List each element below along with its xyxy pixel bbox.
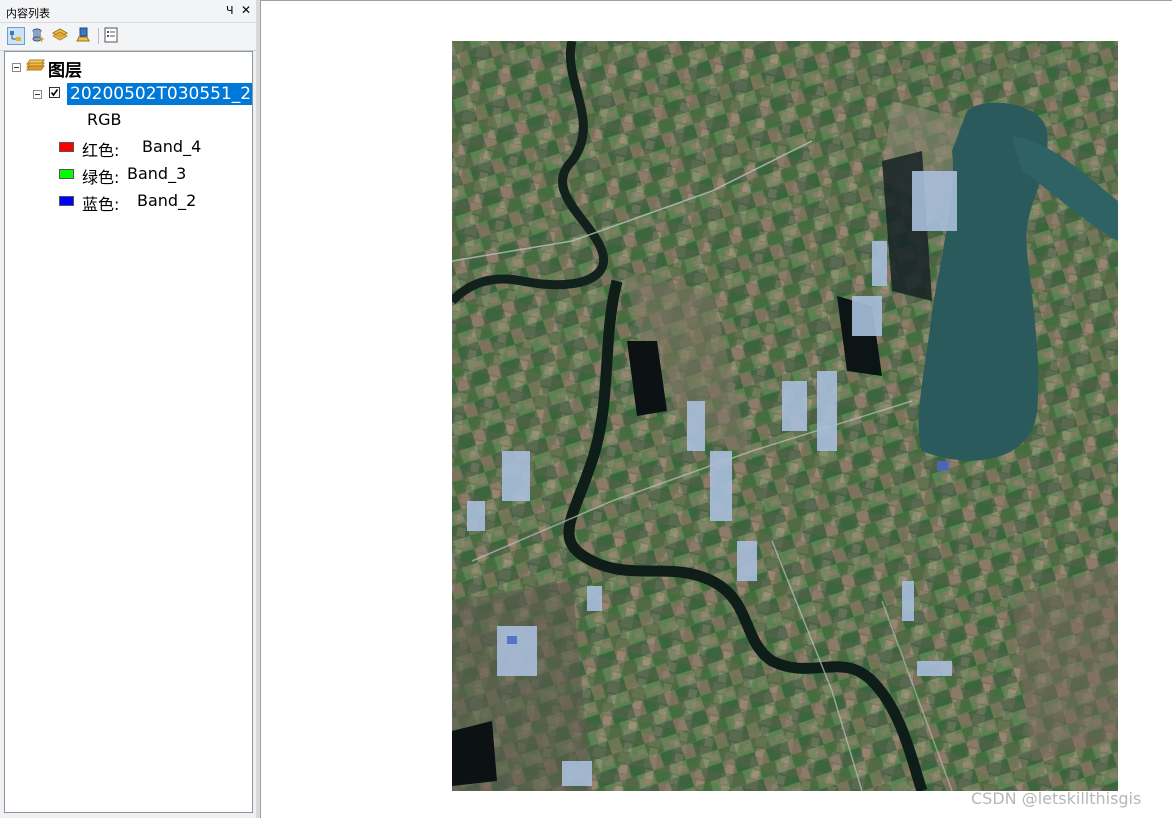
options-icon — [104, 27, 118, 43]
list-by-source-icon — [32, 28, 45, 43]
layer-name: 20200502T030551_20 — [70, 84, 252, 104]
list-by-selection-button[interactable] — [75, 27, 93, 45]
toc-title: 内容列表 — [6, 7, 50, 20]
red-channel-band: Band_4 — [142, 137, 202, 156]
layer-collapse-toggle[interactable] — [33, 90, 42, 99]
green-channel-band: Band_3 — [127, 164, 187, 183]
map-view[interactable]: CSDN @letskillthisgis — [260, 0, 1172, 818]
layer-visibility-checkbox[interactable] — [49, 87, 60, 98]
table-of-contents-pane: 内容列表 Ч ✕ 图层 20200502T030551_20 RGB 红色: B… — [0, 0, 256, 818]
green-channel-swatch[interactable] — [59, 169, 74, 179]
list-by-selection-icon — [76, 27, 90, 42]
blue-channel-band: Band_2 — [137, 191, 197, 210]
toc-title-bar: 内容列表 Ч ✕ — [0, 0, 256, 23]
layer-tree: 图层 20200502T030551_20 RGB 红色: Band_4 绿色:… — [4, 51, 253, 813]
list-by-drawing-order-button[interactable] — [7, 27, 25, 45]
watermark-text: CSDN @letskillthisgis — [971, 789, 1142, 808]
satellite-image[interactable] — [452, 41, 1118, 791]
list-by-visibility-icon — [51, 28, 69, 41]
red-channel-label: 红色: — [82, 141, 120, 160]
blue-channel-label: 蓝色: — [82, 195, 120, 214]
options-button[interactable] — [103, 27, 121, 45]
pin-icon[interactable]: Ч — [226, 4, 234, 17]
red-channel-swatch[interactable] — [59, 142, 74, 152]
blue-channel-swatch[interactable] — [59, 196, 74, 206]
toc-toolbar — [0, 23, 256, 51]
green-channel-label: 绿色: — [82, 168, 120, 187]
checkmark-icon — [50, 89, 59, 97]
group-collapse-toggle[interactable] — [12, 63, 21, 72]
close-icon[interactable]: ✕ — [241, 3, 251, 17]
renderer-label: RGB — [87, 110, 122, 129]
layers-group-label[interactable]: 图层 — [48, 56, 82, 81]
layer-name-selected[interactable]: 20200502T030551_20 — [67, 83, 252, 105]
toolbar-separator — [98, 28, 99, 44]
list-by-source-button[interactable] — [29, 27, 47, 45]
list-by-visibility-button[interactable] — [51, 27, 70, 45]
list-by-drawing-order-icon — [10, 31, 21, 41]
layers-group-icon — [26, 59, 45, 71]
